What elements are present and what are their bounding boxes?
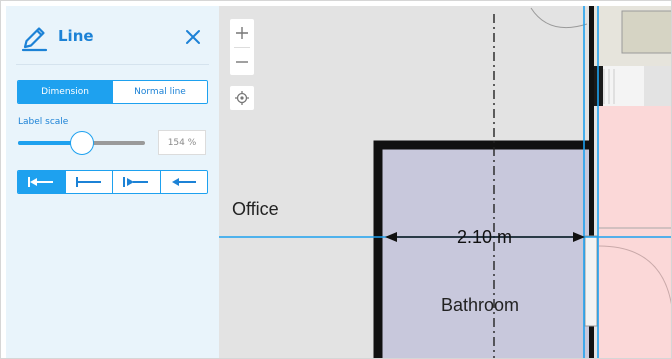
app-window: Line Dimension Normal line Label scale 1… [0, 0, 672, 359]
room-label-bathroom[interactable]: Bathroom [441, 295, 519, 316]
dimension-label[interactable]: 2.10 m [457, 227, 512, 248]
panel-title: Line [58, 27, 94, 45]
pencil-icon [21, 27, 48, 52]
arrow-style-option[interactable] [18, 171, 65, 193]
zoom-out-button[interactable] [230, 48, 254, 75]
panel-header: Line [6, 6, 219, 66]
line-bar-start-icon [75, 177, 101, 187]
floorplan-canvas[interactable]: Office 2.10 m Bathroom [219, 6, 671, 358]
door-opening [584, 235, 598, 327]
arrow-bar-start-icon [28, 177, 54, 187]
zoom-controls [230, 19, 254, 75]
label-scale-value[interactable]: 154 % [158, 130, 206, 155]
tab-normal-line[interactable]: Normal line [112, 81, 207, 103]
crosshair-icon [235, 91, 249, 105]
furniture-block [621, 10, 671, 54]
arrow-style-option[interactable] [112, 171, 160, 193]
line-mode-toggle: Dimension Normal line [17, 80, 208, 104]
arrow-style-option[interactable] [159, 171, 207, 193]
plus-icon [236, 26, 248, 39]
arrow-left-icon [171, 178, 196, 186]
pink-room [599, 106, 671, 358]
bathroom-room [374, 141, 591, 358]
slider-handle[interactable] [69, 131, 94, 155]
arrow-style-option[interactable] [64, 171, 112, 193]
door-swing-top [530, 7, 588, 29]
arrow-bar-mid-icon [123, 177, 149, 187]
tab-dimension[interactable]: Dimension [18, 81, 112, 103]
label-scale-label: Label scale [18, 117, 69, 127]
locate-button[interactable] [230, 86, 254, 110]
close-icon[interactable] [184, 28, 202, 46]
header-divider [16, 64, 209, 65]
zoom-in-button[interactable] [230, 19, 254, 46]
line-tool-panel: Line Dimension Normal line Label scale 1… [6, 6, 219, 358]
minus-icon [236, 60, 248, 63]
arrow-style-selector [17, 170, 208, 194]
room-label-office[interactable]: Office [232, 199, 279, 220]
